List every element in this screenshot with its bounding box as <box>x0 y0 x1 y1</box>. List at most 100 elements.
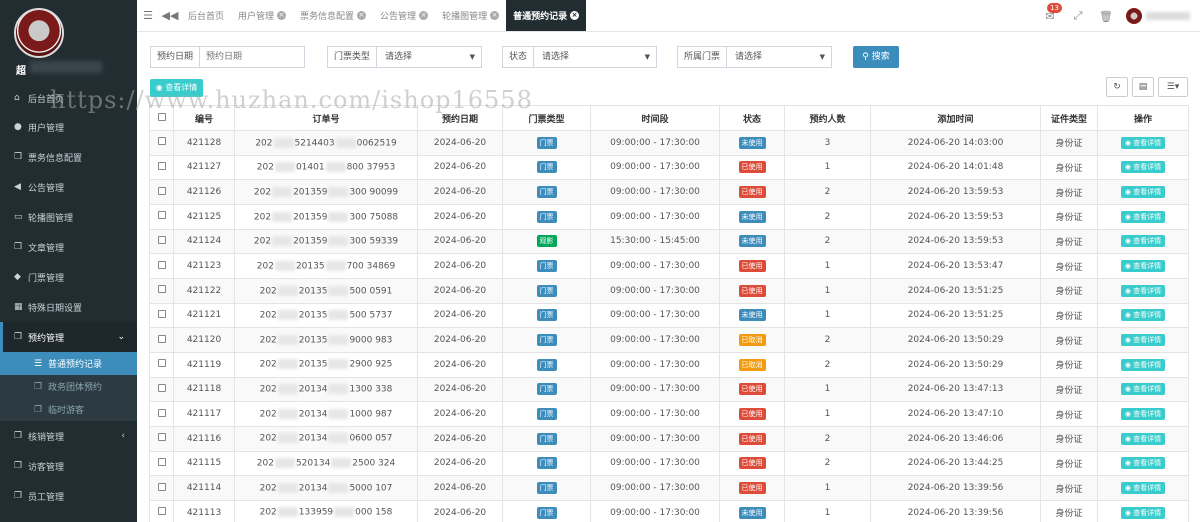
row-select-cell[interactable] <box>149 179 174 205</box>
col-header[interactable]: 时间段 <box>590 105 720 131</box>
row-checkbox[interactable] <box>157 309 166 318</box>
table-row[interactable]: 421117 202 20134 1000 987 2024-06-20 门票 09:00:… <box>149 401 1189 427</box>
row-checkbox[interactable] <box>157 285 166 294</box>
ticket-select[interactable]: 请选择 ▼ <box>726 46 833 68</box>
table-row[interactable]: 421118 202 20134 1300 338 2024-06-20 门票 09:00:… <box>149 376 1189 403</box>
row-checkbox[interactable] <box>157 359 166 368</box>
view-detail-row-button[interactable]: ◉ 查看详情 <box>1120 506 1166 519</box>
search-button[interactable]: ⚲ 搜索 <box>853 46 899 68</box>
col-header[interactable]: 预约日期 <box>417 105 503 131</box>
view-detail-row-button[interactable]: ◉ 查看详情 <box>1120 186 1166 199</box>
view-detail-row-button[interactable]: ◉ 查看详情 <box>1120 284 1166 297</box>
table-row[interactable]: 421124 202 201359 300 59339 2024-06-20 观影 15:3… <box>149 228 1189 255</box>
view-detail-row-button[interactable]: ◉ 查看详情 <box>1120 309 1166 322</box>
row-checkbox[interactable] <box>157 334 166 343</box>
col-header[interactable]: 证件类型 <box>1040 105 1098 131</box>
tab-announcements[interactable]: 公告管理 × <box>373 0 435 31</box>
user-name-blur[interactable] <box>1146 12 1190 20</box>
sidebar-item-carousel[interactable]: ▭ 轮播图管理 <box>0 202 137 232</box>
view-detail-row-button[interactable]: ◉ 查看详情 <box>1120 432 1166 445</box>
view-detail-row-button[interactable]: ◉ 查看详情 <box>1120 161 1166 174</box>
status-select[interactable]: 请选择 ▼ <box>533 46 658 68</box>
row-select-cell[interactable] <box>149 302 174 329</box>
view-detail-row-button[interactable]: ◉ 查看详情 <box>1120 260 1166 273</box>
col-header[interactable]: 状态 <box>719 105 785 131</box>
view-detail-button[interactable]: ◉ 查看详情 <box>150 79 203 97</box>
sidebar-item-special-dates[interactable]: ▦ 特殊日期设置 <box>0 292 137 322</box>
row-checkbox[interactable] <box>157 408 166 417</box>
table-row[interactable]: 421127 202 01401 800 37953 2024-06-20 门票 09:00… <box>149 154 1189 181</box>
view-detail-row-button[interactable]: ◉ 查看详情 <box>1120 334 1166 347</box>
sidebar-item-ticket-config[interactable]: ❐ 票务信息配置 <box>0 142 137 172</box>
select-all-checkbox[interactable] <box>157 112 166 121</box>
tab-ticket-config[interactable]: 票务信息配置 × <box>293 0 373 31</box>
close-icon[interactable]: × <box>570 11 580 20</box>
toggle-view-icon[interactable]: ▤ <box>1132 77 1154 97</box>
view-detail-row-button[interactable]: ◉ 查看详情 <box>1120 457 1166 470</box>
close-icon[interactable]: × <box>490 11 500 20</box>
view-detail-row-button[interactable]: ◉ 查看详情 <box>1120 482 1166 495</box>
trash-icon[interactable]: 🗑 <box>1092 10 1120 23</box>
row-checkbox[interactable] <box>157 161 166 170</box>
sidebar-item-tickets[interactable]: ◆ 门票管理 <box>0 262 137 292</box>
sidebar-item-articles[interactable]: ❐ 文章管理 <box>0 232 137 262</box>
sidebar-item-visitors[interactable]: ❐ 访客管理 <box>0 451 137 481</box>
sidebar-subitem-temp-visitors[interactable]: ❐ 临时游客 <box>0 398 137 421</box>
close-icon[interactable]: × <box>419 11 429 20</box>
row-checkbox[interactable] <box>157 137 166 146</box>
view-detail-row-button[interactable]: ◉ 查看详情 <box>1120 235 1166 248</box>
table-row[interactable]: 421123 202 20135 700 34869 2024-06-20 门票 09:00… <box>149 253 1189 279</box>
col-header[interactable]: 订单号 <box>234 105 418 131</box>
col-header[interactable]: 门票类型 <box>502 105 591 131</box>
view-detail-row-button[interactable]: ◉ 查看详情 <box>1120 358 1166 371</box>
table-row[interactable]: 421119 202 20135 2900 925 2024-06-20 门票 09:00:… <box>149 351 1189 378</box>
table-row[interactable]: 421125 202 201359 300 75088 2024-06-20 门票 09:0… <box>149 203 1189 230</box>
table-row[interactable]: 421122 202 20135 500 0591 2024-06-20 门票 09:00:… <box>149 277 1189 304</box>
columns-icon[interactable]: ☰▾ <box>1158 77 1188 97</box>
row-select-cell[interactable] <box>149 475 174 501</box>
table-row[interactable]: 421116 202 20134 0600 057 2024-06-20 门票 09:00:… <box>149 425 1189 452</box>
row-select-cell[interactable] <box>149 277 174 304</box>
table-row[interactable]: 421126 202 201359 300 90099 2024-06-20 门票 09:0… <box>149 179 1189 205</box>
row-checkbox[interactable] <box>157 482 166 491</box>
row-select-cell[interactable] <box>149 499 174 522</box>
table-row[interactable]: 421128 202 5214403 0062519 2024-06-20 门票 09:00… <box>149 130 1189 156</box>
table-row[interactable]: 421120 202 20135 9000 983 2024-06-20 门票 09:00:… <box>149 327 1189 353</box>
tab-carousel[interactable]: 轮播图管理 × <box>435 0 506 31</box>
select-all-cell[interactable] <box>149 105 174 131</box>
row-checkbox[interactable] <box>157 383 166 392</box>
col-header[interactable]: 编号 <box>173 105 235 131</box>
tab-normal-records[interactable]: 普通预约记录 × <box>506 0 587 31</box>
row-checkbox[interactable] <box>157 186 166 195</box>
sidebar-item-users[interactable]: ● 用户管理 <box>0 112 137 142</box>
col-header[interactable]: 预约人数 <box>784 105 871 131</box>
refresh-icon[interactable]: ↻ <box>1106 77 1128 97</box>
col-header[interactable]: 操作 <box>1097 105 1189 131</box>
row-select-cell[interactable] <box>149 154 174 181</box>
row-checkbox[interactable] <box>157 433 166 442</box>
row-select-cell[interactable] <box>149 130 174 156</box>
notification-icon[interactable]: ✉ 13 <box>1036 2 1064 23</box>
view-detail-row-button[interactable]: ◉ 查看详情 <box>1120 408 1166 421</box>
tab-users[interactable]: 用户管理 × <box>231 0 293 31</box>
table-row[interactable]: 421121 202 20135 500 5737 2024-06-20 门票 09:00:… <box>149 302 1189 329</box>
table-row[interactable]: 421115 202 520134 2500 324 2024-06-20 门票 09:00… <box>149 450 1189 477</box>
row-select-cell[interactable] <box>149 351 174 378</box>
table-row[interactable]: 421114 202 20134 5000 107 2024-06-20 门票 09:00:… <box>149 475 1189 501</box>
row-select-cell[interactable] <box>149 228 174 255</box>
sidebar-item-reservations[interactable]: ❐ 预约管理 ⌄ <box>0 322 137 352</box>
sidebar-item-home[interactable]: ⌂ 后台首页 <box>0 84 137 112</box>
row-select-cell[interactable] <box>149 253 174 279</box>
row-select-cell[interactable] <box>149 376 174 403</box>
row-select-cell[interactable] <box>149 401 174 427</box>
sidebar-item-verification[interactable]: ❐ 核销管理 ‹ <box>0 421 137 451</box>
close-icon[interactable]: × <box>357 11 367 20</box>
table-row[interactable]: 421113 202 133959 000 158 2024-06-20 门票 09:00:… <box>149 499 1189 522</box>
sidebar-item-staff[interactable]: ❐ 员工管理 <box>0 481 137 511</box>
close-icon[interactable]: × <box>277 11 287 20</box>
fullscreen-icon[interactable]: ⤢ <box>1064 9 1092 23</box>
row-checkbox[interactable] <box>157 457 166 466</box>
row-checkbox[interactable] <box>157 507 166 516</box>
user-avatar[interactable] <box>1126 8 1142 24</box>
row-select-cell[interactable] <box>149 425 174 452</box>
